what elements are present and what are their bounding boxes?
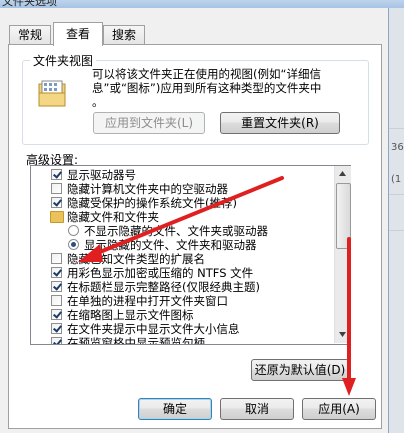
scroll-down-arrow-icon[interactable] [335,327,350,342]
radio-button[interactable] [68,225,79,236]
folder-views-title: 文件夹视图 [30,52,97,69]
checkbox[interactable] [51,267,62,278]
list-item-label: 隐藏已知文件类型的扩展名 [67,252,205,266]
tab-search[interactable]: 搜索 [103,25,145,45]
folder-icon [50,211,64,223]
folder-view-icon [38,80,68,108]
background-text: 36 [391,142,404,153]
list-item[interactable]: 在单独的进程中打开文件夹窗口 [31,294,334,308]
checkbox[interactable] [51,323,62,334]
apply-button[interactable]: 应用(A) [302,398,376,420]
folder-views-description: 可以将该文件夹正在使用的视图(例如“详细信 息”或“图标”)应用到所有这种类型的… [92,67,362,109]
reset-folders-button[interactable]: 重置文件夹(R) [220,112,340,134]
ok-button[interactable]: 确定 [138,398,212,420]
checkbox[interactable] [51,309,62,320]
list-item-label: 在文件夹提示中显示文件大小信息 [67,322,240,336]
list-item-label: 隐藏计算机文件夹中的空驱动器 [67,182,228,196]
scroll-thumb[interactable] [336,183,351,249]
checkbox[interactable] [51,337,62,344]
window-titlebar: 文件夹选项 [0,0,404,8]
description-line: 。 [92,95,104,109]
list-item-label: 隐藏文件和文件夹 [67,210,159,224]
list-item-label: 隐藏受保护的操作系统文件(推荐) [67,196,237,210]
advanced-settings-list[interactable]: 显示驱动器号 隐藏计算机文件夹中的空驱动器 隐藏受保护的操作系统文件(推荐) 隐… [30,165,351,345]
list-item[interactable]: 不显示隐藏的文件、文件夹或驱动器 [31,224,334,238]
list-item[interactable]: 显示驱动器号 [31,168,334,182]
tab-view[interactable]: 查看 [53,22,103,46]
background-window-edge: 36 (1 [389,8,404,433]
list-item-label: 不显示隐藏的文件、文件夹或驱动器 [84,224,268,238]
divider [389,230,404,231]
checkbox[interactable] [51,183,62,194]
list-item-label: 显示驱动器号 [67,168,136,182]
description-line: 可以将该文件夹正在使用的视图(例如“详细信 [92,67,321,81]
list-item[interactable]: 用彩色显示加密或压缩的 NTFS 文件 [31,266,334,280]
list-item[interactable]: 在缩略图上显示文件图标 [31,308,334,322]
list-item-label: 在标题栏显示完整路径(仅限经典主题) [67,280,260,294]
checkbox[interactable] [51,253,62,264]
checkbox[interactable] [51,197,62,208]
checkbox[interactable] [51,295,62,306]
tab-general[interactable]: 常规 [9,25,51,45]
list-item-label: 显示隐藏的文件、文件夹和驱动器 [84,238,257,252]
list-item[interactable]: 隐藏受保护的操作系统文件(推荐) [31,196,334,210]
list-item[interactable]: 隐藏计算机文件夹中的空驱动器 [31,182,334,196]
list-item[interactable]: 在标题栏显示完整路径(仅限经典主题) [31,280,334,294]
list-item-label: 在预览窗格中显示预览句柄 [67,336,205,345]
checkbox[interactable] [51,169,62,180]
list-item[interactable]: 在预览窗格中显示预览句柄 [31,336,334,345]
description-line: 息”或“图标”)应用到所有这种类型的文件夹中 [92,81,322,95]
list-item[interactable]: 在文件夹提示中显示文件大小信息 [31,322,334,336]
divider [389,194,404,195]
divider [389,128,404,129]
background-text: (1 [391,174,402,185]
list-item-label: 在单独的进程中打开文件夹窗口 [67,294,228,308]
window-title: 文件夹选项 [2,0,57,8]
scroll-up-arrow-icon[interactable] [335,166,350,181]
list-item-label: 在缩略图上显示文件图标 [67,308,194,322]
restore-defaults-button[interactable]: 还原为默认值(D) [251,359,349,381]
list-item-label: 用彩色显示加密或压缩的 NTFS 文件 [67,266,254,280]
list-item[interactable]: 显示隐藏的文件、文件夹和驱动器 [31,238,334,252]
list-item: 隐藏文件和文件夹 [31,210,334,224]
checkbox[interactable] [51,281,62,292]
list-item[interactable]: 隐藏已知文件类型的扩展名 [31,252,334,266]
radio-button[interactable] [68,239,79,250]
cancel-button[interactable]: 取消 [220,398,294,420]
apply-to-folders-button[interactable]: 应用到文件夹(L) [93,112,205,134]
